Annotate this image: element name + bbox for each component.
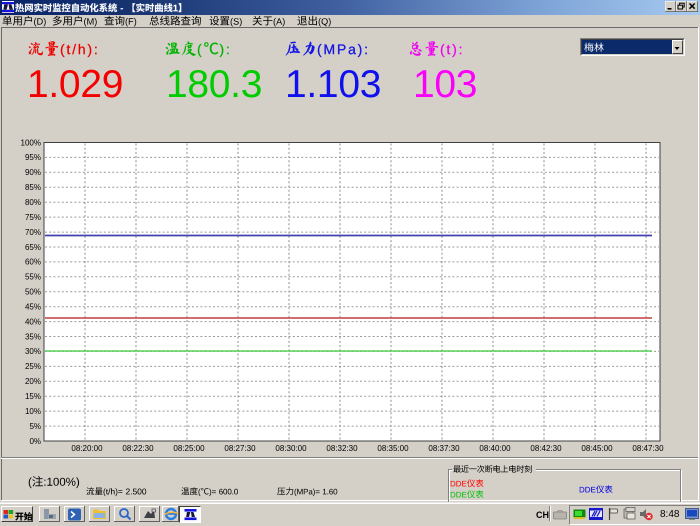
svg-text:80%: 80% — [25, 198, 41, 207]
svg-text:08:30:00: 08:30:00 — [275, 444, 307, 453]
svg-text:60%: 60% — [25, 258, 41, 267]
svg-text:08:35:00: 08:35:00 — [377, 444, 409, 453]
svg-text:08:40:00: 08:40:00 — [479, 444, 511, 453]
svg-text:08:25:00: 08:25:00 — [173, 444, 205, 453]
svg-text:50%: 50% — [25, 288, 41, 297]
svg-text:08:47:30: 08:47:30 — [632, 444, 664, 453]
svg-text:95%: 95% — [25, 153, 41, 162]
svg-text:25%: 25% — [25, 362, 41, 371]
svg-text:10%: 10% — [25, 407, 41, 416]
svg-text:65%: 65% — [25, 243, 41, 252]
svg-text:55%: 55% — [25, 273, 41, 282]
svg-text:75%: 75% — [25, 213, 41, 222]
svg-text:0%: 0% — [29, 437, 41, 446]
svg-text:40%: 40% — [25, 317, 41, 326]
svg-text:08:42:30: 08:42:30 — [530, 444, 562, 453]
svg-text:100%: 100% — [21, 138, 41, 147]
svg-text:5%: 5% — [29, 422, 41, 431]
svg-text:70%: 70% — [25, 228, 41, 237]
svg-text:45%: 45% — [25, 303, 41, 312]
svg-text:08:27:30: 08:27:30 — [224, 444, 256, 453]
svg-text:15%: 15% — [25, 392, 41, 401]
svg-text:90%: 90% — [25, 168, 41, 177]
svg-text:85%: 85% — [25, 183, 41, 192]
svg-text:30%: 30% — [25, 347, 41, 356]
svg-text:08:32:30: 08:32:30 — [326, 444, 358, 453]
svg-text:08:20:00: 08:20:00 — [71, 444, 103, 453]
svg-text:20%: 20% — [25, 377, 41, 386]
svg-text:08:22:30: 08:22:30 — [122, 444, 154, 453]
svg-text:35%: 35% — [25, 332, 41, 341]
svg-text:08:37:30: 08:37:30 — [428, 444, 460, 453]
svg-text:08:45:00: 08:45:00 — [581, 444, 613, 453]
